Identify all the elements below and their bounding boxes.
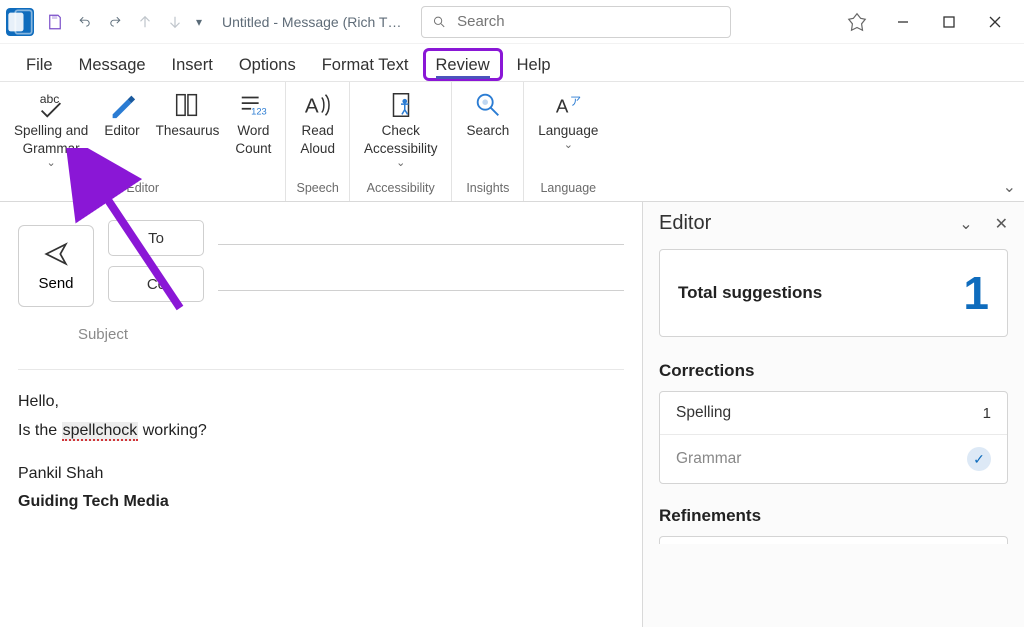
insights-search-icon <box>473 88 503 122</box>
read-aloud-button[interactable]: A Read Aloud <box>292 86 343 178</box>
total-suggestions-card[interactable]: Total suggestions 1 <box>659 249 1008 337</box>
group-accessibility-label: Accessibility <box>356 178 446 201</box>
editor-button[interactable]: Editor <box>96 86 147 178</box>
maximize-button[interactable] <box>926 0 972 44</box>
signature-org: Guiding Tech Media <box>18 488 624 517</box>
window-title: Untitled - Message (Rich T… <box>222 14 401 30</box>
tab-file[interactable]: File <box>14 48 65 81</box>
search-input[interactable] <box>457 13 720 30</box>
signature-name: Pankil Shah <box>18 460 624 489</box>
to-field[interactable] <box>218 244 624 245</box>
grammar-row[interactable]: Grammar ✓ <box>660 435 1007 483</box>
pane-close-icon[interactable]: ✕ <box>995 214 1008 234</box>
premium-icon[interactable] <box>834 0 880 44</box>
group-editor-label: Editor <box>6 178 279 201</box>
svg-text:abc: abc <box>40 92 60 106</box>
spelling-row[interactable]: Spelling 1 <box>660 392 1007 435</box>
svg-text:123: 123 <box>252 106 268 116</box>
editor-pane-title: Editor <box>659 212 711 235</box>
save-icon[interactable] <box>40 7 70 37</box>
qat-overflow-icon[interactable]: ▾ <box>190 7 208 37</box>
spelling-error[interactable]: spellchock <box>62 422 139 441</box>
spelling-grammar-button[interactable]: abc Spelling and Grammar ⌄ <box>6 86 96 178</box>
cc-field[interactable] <box>218 290 624 291</box>
down-arrow-icon[interactable] <box>160 7 190 37</box>
send-icon <box>43 241 69 267</box>
spelling-icon: abc <box>36 88 66 122</box>
redo-icon[interactable] <box>100 7 130 37</box>
word-count-icon: 123 <box>238 88 268 122</box>
collapse-ribbon-icon[interactable]: ⌄ <box>1003 177 1016 197</box>
undo-icon[interactable] <box>70 7 100 37</box>
svg-text:A: A <box>305 95 319 118</box>
search-icon <box>432 14 447 30</box>
smart-lookup-button[interactable]: Search <box>458 86 517 178</box>
message-body[interactable]: Hello, Is the spellchock working? Pankil… <box>18 369 624 517</box>
editor-icon <box>107 88 137 122</box>
word-count-button[interactable]: 123 Word Count <box>227 86 279 178</box>
app-icon <box>6 8 34 36</box>
group-language-label: Language <box>530 178 606 201</box>
search-box[interactable] <box>421 6 731 38</box>
tab-format-text[interactable]: Format Text <box>310 48 421 81</box>
corrections-heading: Corrections <box>659 361 1008 381</box>
pane-collapse-icon[interactable]: ⌄ <box>959 214 972 234</box>
tab-message[interactable]: Message <box>67 48 158 81</box>
group-insights-label: Insights <box>458 178 517 201</box>
body-line: Is the spellchock working? <box>18 417 624 446</box>
send-button[interactable]: Send <box>18 225 94 307</box>
spelling-count: 1 <box>983 405 991 422</box>
read-aloud-icon: A <box>303 88 333 122</box>
minimize-button[interactable] <box>880 0 926 44</box>
accessibility-icon <box>386 88 416 122</box>
close-button[interactable] <box>972 0 1018 44</box>
tab-help[interactable]: Help <box>505 48 563 81</box>
language-button[interactable]: Aア Language ⌄ <box>530 86 606 178</box>
thesaurus-icon <box>172 88 202 122</box>
up-arrow-icon[interactable] <box>130 7 160 37</box>
language-icon: Aア <box>553 88 583 122</box>
tab-insert[interactable]: Insert <box>160 48 225 81</box>
check-accessibility-button[interactable]: Check Accessibility ⌄ <box>356 86 446 178</box>
total-suggestions-count: 1 <box>963 266 989 320</box>
group-speech-label: Speech <box>292 178 343 201</box>
body-line: Hello, <box>18 388 624 417</box>
tab-review[interactable]: Review <box>423 48 503 81</box>
tab-options[interactable]: Options <box>227 48 308 81</box>
svg-text:A: A <box>556 96 569 117</box>
svg-text:ア: ア <box>570 96 581 108</box>
cc-button[interactable]: Cc <box>108 266 204 302</box>
refinements-heading: Refinements <box>659 506 1008 526</box>
thesaurus-button[interactable]: Thesaurus <box>148 86 228 178</box>
subject-label: Subject <box>18 326 128 343</box>
to-button[interactable]: To <box>108 220 204 256</box>
grammar-check-icon: ✓ <box>967 447 991 471</box>
